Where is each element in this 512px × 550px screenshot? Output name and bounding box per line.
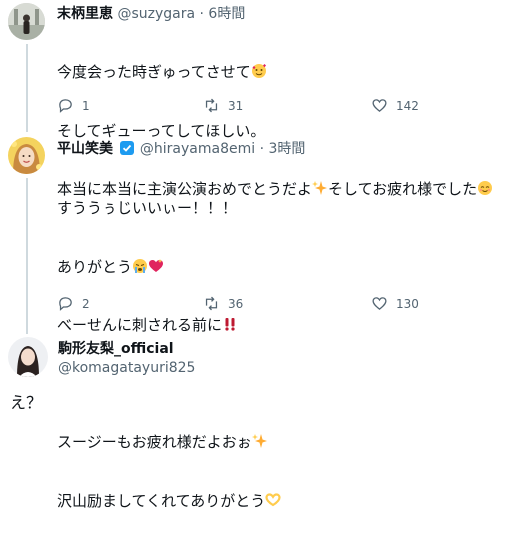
avatar-suzygara[interactable] (8, 3, 45, 40)
tweet-line: ありがとう (57, 257, 133, 276)
retweet-button[interactable]: 36 (203, 295, 243, 312)
author-handle[interactable]: @hirayama8emi (140, 141, 255, 157)
smiling-face-with-hearts-emoji (251, 64, 266, 78)
action-bar: 2 36 130 (57, 295, 497, 315)
tweet-komagatayuri825[interactable]: 駒形友梨_official @komagatayuri825 え？ (0, 322, 512, 422)
author-handle[interactable]: @suzygara (117, 6, 195, 22)
retweet-button[interactable]: 31 (203, 97, 243, 114)
author-name[interactable]: 平山笑美 (57, 141, 113, 157)
reply-count: 1 (82, 98, 90, 113)
timestamp[interactable]: 3時間 (269, 141, 306, 157)
tweet-line: すううぅじいいぃー！！！ (57, 199, 238, 217)
reply-icon (59, 297, 72, 311)
heart-icon (372, 99, 387, 112)
thread-line (26, 122, 28, 132)
like-button[interactable]: 142 (371, 97, 419, 114)
sparkles-emoji (251, 434, 267, 448)
author-handle[interactable]: @komagatayuri825 (58, 360, 195, 376)
sparkling-heart-emoji (149, 258, 164, 272)
retweet-icon (205, 98, 218, 113)
author-name[interactable]: 駒形友梨_official (58, 341, 174, 357)
reply-button[interactable]: 2 (57, 295, 90, 312)
reply-button[interactable]: 1 (57, 97, 90, 114)
verified-badge-icon (120, 141, 135, 155)
tweet-text: え？ (10, 393, 43, 412)
heart-hands-emoji (265, 492, 281, 506)
separator-dot: · (259, 141, 265, 157)
action-bar: 1 31 142 (57, 97, 497, 117)
like-button[interactable]: 130 (371, 295, 419, 312)
reply-count: 2 (82, 296, 90, 311)
tweet-suzygara[interactable]: 末柄里恵 @suzygara · 6時間 今度会った時ぎゅってさせて そしてギュ… (0, 0, 512, 198)
thread-line (26, 44, 28, 126)
crying-face-emoji (133, 258, 148, 273)
tweet-hirayama8emi[interactable]: 平山笑美 @hirayama8emi · 3時間 すううぅじいいぃー！！！ あり… (0, 122, 512, 510)
retweet-icon (205, 296, 218, 311)
thread-line (26, 322, 28, 334)
heart-icon (372, 297, 387, 310)
retweet-count: 36 (228, 296, 244, 311)
thread-line (26, 178, 28, 322)
like-count: 142 (396, 98, 419, 113)
retweet-count: 31 (228, 98, 244, 113)
avatar-hirayama8emi[interactable] (8, 137, 45, 174)
timestamp[interactable]: 6時間 (208, 6, 245, 22)
like-count: 130 (396, 296, 419, 311)
separator-dot: · (199, 6, 204, 22)
tweet-line: 沢山励ましてくれてありがとう (57, 491, 266, 510)
avatar-komagatayuri825[interactable] (8, 337, 48, 377)
tweet-line: スージーもお疲れ様だよおぉ (57, 433, 252, 451)
tweet-line: 今度会った時ぎゅってさせて (57, 63, 251, 81)
author-name[interactable]: 末柄里恵 (57, 6, 113, 22)
reply-icon (59, 99, 72, 113)
